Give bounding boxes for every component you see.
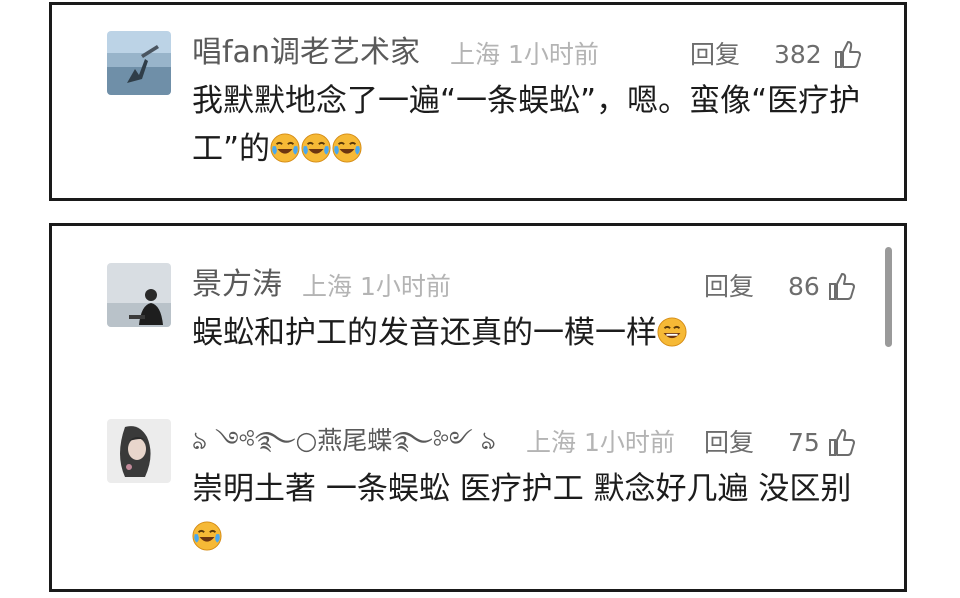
reply-button[interactable]: 回复 bbox=[704, 267, 754, 307]
comment-text: 我默默地念了一遍“一条蜈蚣”，嗯。蛮像“医疗护工”的 bbox=[192, 77, 862, 173]
scrollbar[interactable] bbox=[885, 247, 892, 347]
laugh-cry-emoji bbox=[270, 133, 300, 163]
comment-meta: 景方涛 上海 1小时前 回复 86 bbox=[192, 265, 867, 305]
thumbs-up-icon[interactable] bbox=[828, 427, 856, 457]
comment-item: ঌ ༺࿐○燕尾蝶࿐༻ ঌ 上海 1小时前 回复 75 崇明土著 一条蜈蚣 医疗护… bbox=[107, 419, 867, 569]
reply-button[interactable]: 回复 bbox=[690, 35, 740, 75]
comment-text: 蜈蚣和护工的发音还真的一模一样 bbox=[192, 309, 862, 357]
comment-panel-bottom[interactable]: 景方涛 上海 1小时前 回复 86 蜈蚣和护工的发音还真的一模一样 ঌ ༺࿐○燕… bbox=[49, 223, 907, 592]
comment-text: 崇明土著 一条蜈蚣 医疗护工 默念好几遍 没区别 bbox=[192, 465, 862, 561]
avatar[interactable] bbox=[107, 31, 171, 95]
laugh-cry-emoji bbox=[332, 133, 362, 163]
thumbs-up-icon[interactable] bbox=[834, 39, 862, 69]
username[interactable]: 唱fan调老艺术家 bbox=[192, 33, 420, 73]
comment-item: 唱fan调老艺术家 上海 1小时前 回复 382 我默默地念了一遍“一条蜈蚣”，… bbox=[107, 31, 867, 181]
like-count: 86 bbox=[788, 272, 820, 301]
thumbs-up-icon[interactable] bbox=[828, 271, 856, 301]
comment-body: 崇明土著 一条蜈蚣 医疗护工 默念好几遍 没区别 bbox=[192, 471, 852, 507]
like-count: 75 bbox=[788, 428, 820, 457]
comment-meta: 唱fan调老艺术家 上海 1小时前 回复 382 bbox=[192, 33, 867, 73]
avatar[interactable] bbox=[107, 263, 171, 327]
laugh-cry-emoji bbox=[301, 133, 331, 163]
username[interactable]: ঌ ༺࿐○燕尾蝶࿐༻ ঌ bbox=[192, 421, 496, 461]
location-time: 上海 1小时前 bbox=[302, 272, 451, 301]
location-time: 上海 1小时前 bbox=[526, 428, 675, 457]
comment-item: 景方涛 上海 1小时前 回复 86 蜈蚣和护工的发音还真的一模一样 bbox=[107, 263, 867, 373]
comment-body: 蜈蚣和护工的发音还真的一模一样 bbox=[192, 315, 657, 351]
laugh-cry-emoji bbox=[192, 521, 222, 551]
username[interactable]: 景方涛 bbox=[192, 265, 282, 305]
comment-meta: ঌ ༺࿐○燕尾蝶࿐༻ ঌ 上海 1小时前 回复 75 bbox=[192, 421, 867, 461]
laugh-emoji bbox=[657, 317, 687, 347]
like-count: 382 bbox=[774, 40, 822, 69]
reply-button[interactable]: 回复 bbox=[704, 423, 754, 463]
location-time: 上海 1小时前 bbox=[450, 40, 599, 69]
comment-panel-top: 唱fan调老艺术家 上海 1小时前 回复 382 我默默地念了一遍“一条蜈蚣”，… bbox=[49, 2, 907, 201]
avatar[interactable] bbox=[107, 419, 171, 483]
